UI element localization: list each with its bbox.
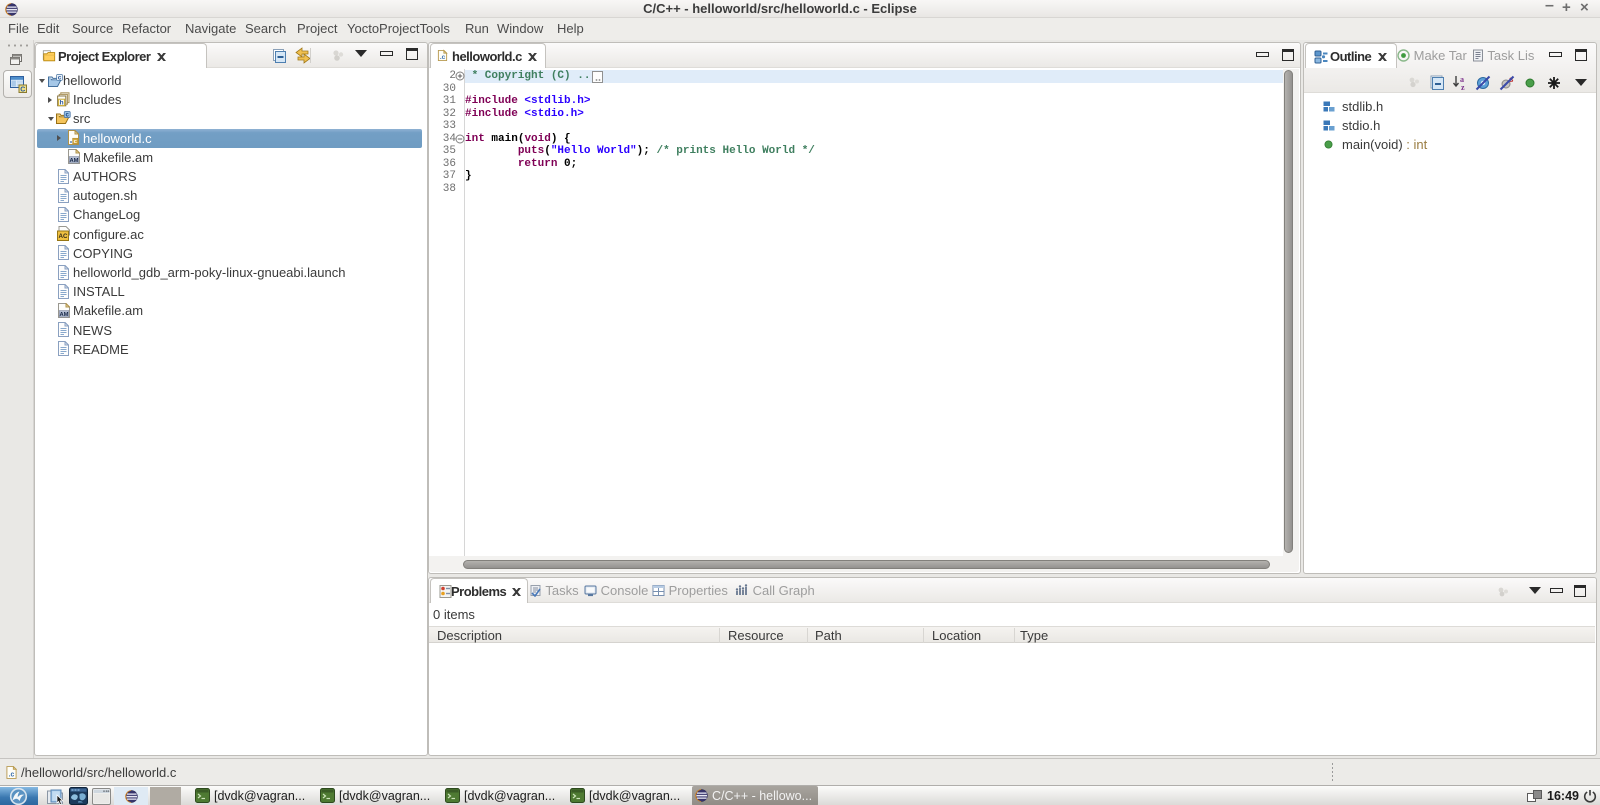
svg-text:AM: AM xyxy=(59,312,68,318)
svg-text:.c: .c xyxy=(9,772,15,779)
svg-text:z: z xyxy=(1461,83,1465,91)
svg-text:.c: .c xyxy=(440,54,446,61)
svg-text:AC: AC xyxy=(59,233,68,240)
svg-text:C: C xyxy=(20,86,25,93)
svg-text:h: h xyxy=(60,99,64,106)
svg-text:AM: AM xyxy=(69,158,78,164)
